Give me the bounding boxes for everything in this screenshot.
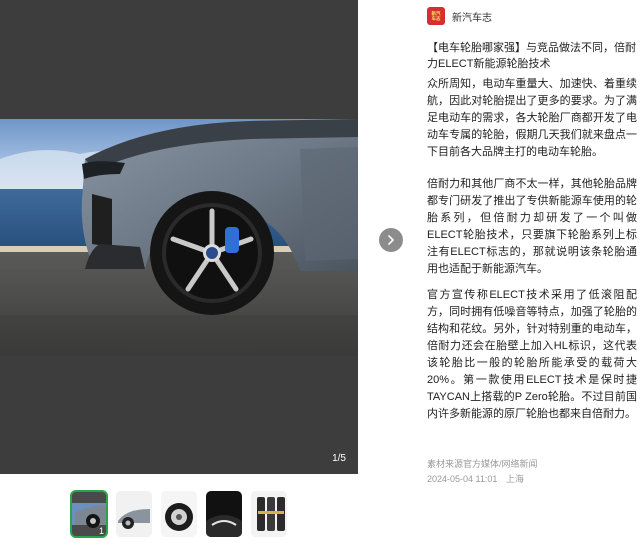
author-name[interactable]: 新汽车志 (452, 9, 492, 24)
article-panel: 新汽 车志 新汽车志 【电车轮胎哪家强】与竞品做法不同，倍耐力ELECT新能源轮… (427, 0, 637, 546)
thumbnail-2[interactable] (116, 491, 152, 537)
avatar-text-line-2: 车志 (431, 16, 441, 21)
avatar[interactable]: 新汽 车志 (427, 7, 445, 25)
author-info[interactable]: 新汽 车志 新汽车志 (427, 7, 492, 25)
thumbnail-number: 1 (98, 526, 104, 536)
source-note: 素材来源官方媒体/网络新闻 (427, 459, 538, 469)
article-title: 【电车轮胎哪家强】与竞品做法不同，倍耐力ELECT新能源轮胎技术 (427, 42, 636, 70)
publish-meta: 2024-05-04 11:01 上海 (427, 472, 524, 485)
thumbnail-5[interactable] (251, 491, 287, 537)
article-paragraph: 众所周知，电动车重量大、加速快、着重续航，因此对轮胎提出了更多的要求。为了满足电… (427, 78, 637, 158)
image-viewer: 1/5 (0, 0, 358, 474)
publish-location: 上海 (505, 474, 524, 484)
chevron-right-icon (388, 235, 394, 245)
thumbnail-4[interactable] (206, 491, 242, 537)
main-photo[interactable] (0, 119, 358, 356)
article-paragraph: 官方宣传称ELECT技术采用了低滚阻配方，同时拥有低噪音等特点，加强了轮胎的结构… (427, 289, 637, 420)
thumbnail-1[interactable]: 1 (70, 490, 108, 538)
image-counter: 1/5 (332, 453, 346, 464)
article-paragraph: 倍耐力和其他厂商不太一样，其他轮胎品牌都专门研发了推出了专供新能源车使用的轮胎系… (427, 178, 637, 275)
publish-date: 2024-05-04 11:01 (427, 474, 498, 484)
thumbnail-strip: 1 (0, 474, 358, 546)
thumbnail-3[interactable] (161, 491, 197, 537)
next-image-button[interactable] (379, 228, 403, 252)
